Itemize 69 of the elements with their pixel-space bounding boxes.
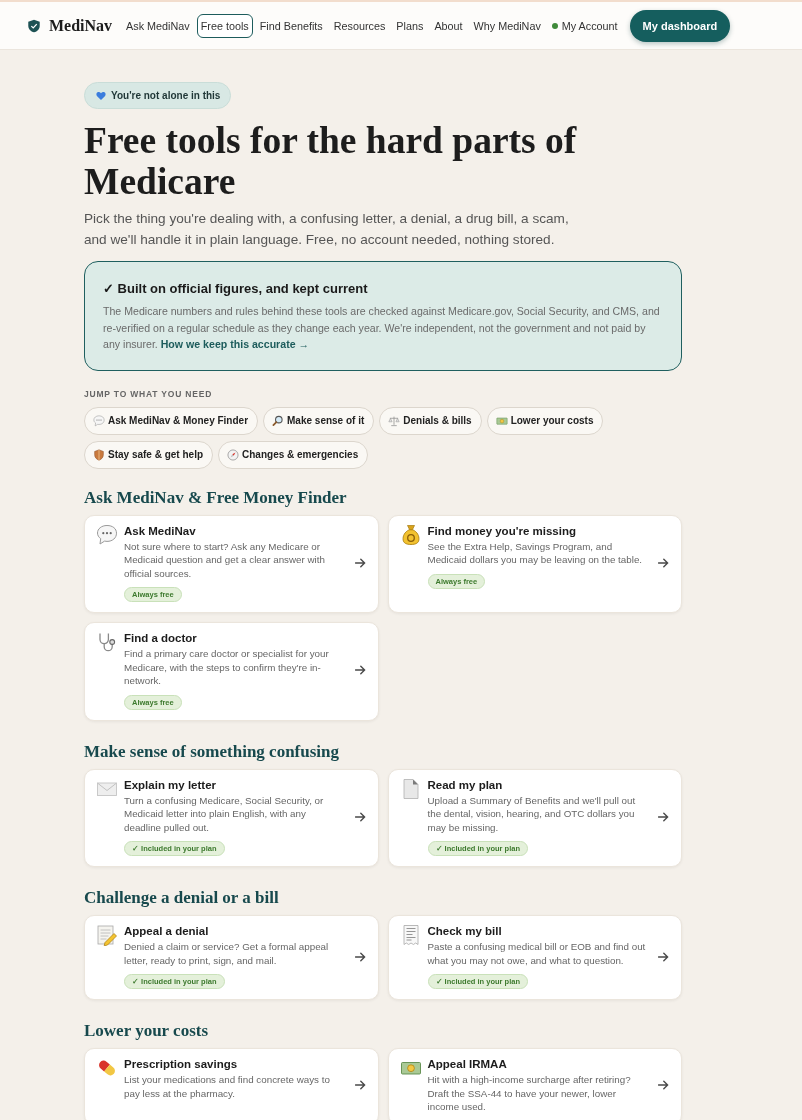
- arrow-right-icon: [658, 811, 669, 822]
- arrow-right-icon: [658, 1080, 669, 1091]
- info-card-text: The Medicare numbers and rules behind these tools are checked against Medicare.gov, Social Security, and CMS, and re-verified on a regular schedule as they change each year. We're independent, not the government and not paid by any insurer. How we keep this accurate →: [103, 304, 661, 352]
- status-dot-icon: [551, 22, 558, 29]
- memo-pencil-icon: [96, 924, 118, 946]
- jump-chip[interactable]: Lower your costs: [486, 406, 604, 435]
- tool-description: Upload a Summary of Benefits and we'll pull out the dental, vision, hearing, and OTC dollars you may be missing.: [427, 793, 637, 834]
- magnifier-icon: [272, 414, 285, 427]
- jump-chip[interactable]: Changes & emergencies: [218, 440, 369, 469]
- accuracy-link[interactable]: How we keep this accurate →: [160, 338, 310, 350]
- tool-title: Ask MediNav: [124, 523, 196, 538]
- dashboard-button[interactable]: My dashboard: [629, 9, 731, 42]
- arrow-right-icon: [354, 557, 366, 568]
- tool-description: Find a primary care doctor or specialist for your Medicare, with the steps to confirm they're in-network.: [124, 647, 330, 688]
- compass-icon: [227, 448, 240, 461]
- tool-description: Turn a confusing Medicare, Social Security, or Medicaid letter into plain English, with any deadline pulled out.: [124, 793, 325, 834]
- nav-link[interactable]: Resources: [329, 13, 390, 38]
- arrow-right-icon: [354, 811, 366, 822]
- tool-title: Read my plan: [427, 777, 503, 792]
- tool-description: Not sure where to start? Ask any Medicare or Medicaid question and get a clear answer with official sources.: [124, 539, 326, 580]
- nav-link[interactable]: Free tools: [196, 13, 253, 38]
- arrow-right-icon: [354, 1080, 366, 1091]
- arrow-right-icon: [354, 665, 366, 676]
- intro-text: Pick the thing you're dealing with, a confusing letter, a denial, a drug bill, a scam, and we'll handle it in plain language. Free, no account needed, nothing stored.: [84, 210, 570, 249]
- section-heading: Challenge a denial or a bill: [84, 887, 279, 909]
- money-bag-icon: [399, 523, 422, 546]
- info-card-title: ✓ Built on official figures, and kept current: [103, 281, 369, 296]
- tool-title: Check my bill: [427, 924, 502, 938]
- tool-description: Paste a confusing medical bill or EOB and find out what you may not owe, and what to question.: [427, 940, 647, 967]
- tool-description: See the Extra Help, Savings Program, and Medicaid dollars you may be leaving on the table.: [427, 539, 644, 567]
- tool-description: Denied a claim or service? Get a formal appeal letter, ready to print, sign, and mail.: [124, 940, 330, 967]
- tool-title: Appeal IRMAA: [427, 1057, 507, 1071]
- tool-description: Hit with a high-income surcharge after retiring? Draft the SSA-44 to have your newer, lower income used.: [427, 1073, 632, 1114]
- tool-title: Appeal a denial: [124, 924, 209, 938]
- nav-link[interactable]: My Account: [547, 13, 622, 38]
- page-title: Free tools for the hard parts of Medicare: [84, 120, 578, 202]
- jump-chip[interactable]: Ask MediNav & Money Finder: [84, 406, 259, 435]
- tool-card[interactable]: Prescription savings List your medications and find concrete ways to pay less at the pharmacy.: [84, 1048, 379, 1120]
- banknote-icon: [495, 414, 508, 427]
- shield-icon: [93, 448, 105, 461]
- arrow-right-icon: [354, 951, 366, 962]
- arrow-right-icon: [658, 951, 669, 962]
- nav-link[interactable]: Why MediNav: [469, 13, 545, 38]
- jump-label: JUMP TO WHAT YOU NEED: [84, 388, 213, 399]
- balance-scale-icon: [388, 414, 401, 427]
- tool-description: List your medications and find concrete ways to pay less at the pharmacy.: [124, 1073, 331, 1100]
- stethoscope-icon: [96, 631, 118, 653]
- jump-chip[interactable]: Denials & bills: [379, 406, 482, 435]
- tool-title: Find money you're missing: [427, 523, 576, 538]
- speech-bubble-icon: [96, 523, 118, 546]
- nav-link[interactable]: Plans: [392, 13, 428, 38]
- tool-card[interactable]: Appeal IRMAA Hit with a high-income surcharge after retiring? Draft the SSA-44 to have your newer, lower income used.: [387, 1048, 682, 1120]
- nav-link[interactable]: Ask MediNav: [122, 13, 194, 38]
- section-heading: Make sense of something confusing: [84, 740, 339, 763]
- shield-check-logo-icon: [27, 18, 41, 33]
- tool-title: Explain my letter: [124, 777, 217, 792]
- heart-icon: [96, 90, 106, 101]
- jump-chip[interactable]: Make sense of it: [263, 406, 375, 435]
- arrow-right-icon: [658, 557, 669, 568]
- tool-title: Prescription savings: [124, 1057, 238, 1071]
- tool-title: Find a doctor: [124, 631, 197, 645]
- jump-chip[interactable]: Stay safe & get help: [84, 440, 214, 469]
- badge-text: You're not alone in this: [111, 90, 221, 101]
- section-heading: Ask MediNav & Free Money Finder: [84, 486, 347, 509]
- nav-link[interactable]: About: [430, 13, 467, 38]
- nav-link[interactable]: Find Benefits: [255, 13, 327, 38]
- speech-bubble-icon: [93, 414, 105, 427]
- section-heading: Lower your costs: [84, 1020, 209, 1042]
- brand-name: MediNav: [49, 16, 113, 35]
